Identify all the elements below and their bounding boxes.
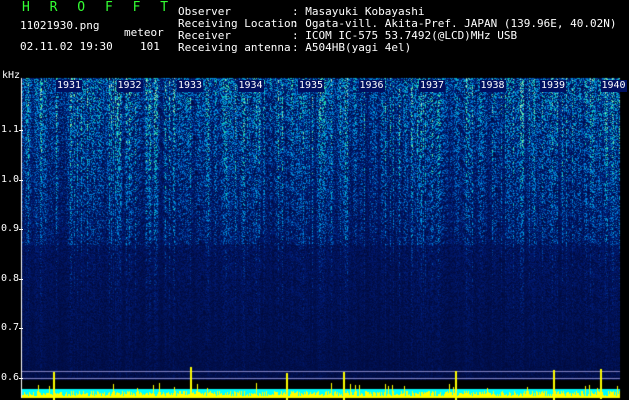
time-label: 1937: [419, 80, 446, 92]
time-label: 1932: [116, 80, 143, 92]
time-label: 1931: [56, 80, 83, 92]
time-label: 1938: [479, 80, 506, 92]
time-label: 1933: [177, 80, 204, 92]
time-label: 1935: [298, 80, 325, 92]
time-label: 1940: [600, 80, 627, 92]
hrofft-screen: H R O F F T 11021930.png meteor 02.11.02…: [0, 0, 629, 400]
time-label: 1939: [540, 80, 567, 92]
time-label: 1936: [358, 80, 385, 92]
time-label: 1934: [237, 80, 264, 92]
time-axis: 1931 1932 1933 1934 1935 1936 1937 1938 1939 1940: [0, 0, 629, 400]
